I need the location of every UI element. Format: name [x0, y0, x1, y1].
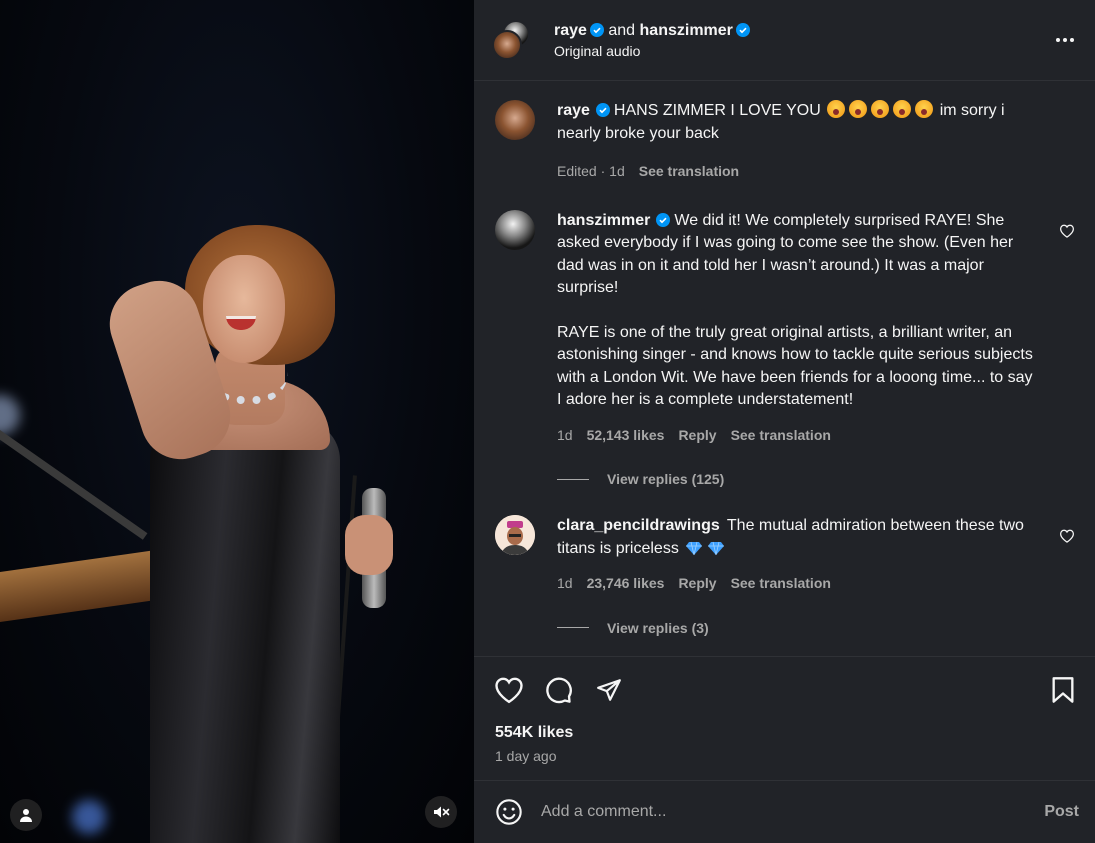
crying-face-emoji-icon	[915, 100, 934, 118]
emoji-picker-button[interactable]	[493, 796, 525, 828]
comment-button[interactable]	[543, 674, 575, 706]
gem-emoji-icon	[708, 541, 725, 555]
save-button[interactable]	[1047, 674, 1079, 706]
post-dialog: raye and hanszimmer Original audio raye H…	[0, 0, 1095, 843]
caption-text: HANS ZIMMER I LOVE YOU	[613, 102, 821, 119]
divider-line	[557, 627, 589, 628]
collab-username[interactable]: hanszimmer	[640, 22, 733, 39]
smiley-icon	[496, 799, 522, 825]
caption-age[interactable]: 1d	[609, 163, 625, 179]
crying-face-emoji-icon	[871, 100, 890, 118]
performer-hand	[345, 515, 393, 575]
see-translation-link[interactable]: See translation	[639, 160, 739, 183]
share-button[interactable]	[593, 674, 625, 706]
comment-composer: Post	[474, 780, 1095, 843]
edited-label: Edited	[557, 163, 597, 179]
post-comment-button[interactable]: Post	[1044, 803, 1079, 821]
crying-face-emoji-icon	[893, 100, 912, 118]
comment-age[interactable]: 1d	[557, 572, 573, 595]
reply-button[interactable]: Reply	[678, 572, 716, 595]
verified-badge-icon	[735, 22, 750, 37]
view-replies-button[interactable]: View replies (3)	[557, 620, 1075, 636]
likes-count[interactable]: 554K likes	[474, 724, 1095, 742]
post-header: raye and hanszimmer Original audio	[474, 0, 1095, 81]
post-details-panel: raye and hanszimmer Original audio raye H…	[474, 0, 1095, 843]
comment-item: hanszimmer We did it! We completely surpr…	[495, 209, 1075, 447]
audio-link[interactable]: Original audio	[554, 43, 1051, 59]
comment-input[interactable]	[541, 803, 1045, 821]
comment-text-paragraph: RAYE is one of the truly great original …	[557, 323, 1033, 409]
collab-joiner: and	[608, 21, 636, 39]
view-replies-label: View replies (3)	[607, 619, 709, 636]
keyboard-instrument	[0, 548, 170, 622]
comments-list: raye HANS ZIMMER I LOVE YOU im sorry i ne…	[474, 81, 1095, 656]
verified-badge-icon	[656, 212, 671, 227]
post-video[interactable]	[0, 0, 474, 843]
see-translation-link[interactable]: See translation	[731, 424, 831, 447]
crying-face-emoji-icon	[827, 100, 846, 118]
verified-badge-icon	[595, 103, 610, 117]
author-username[interactable]: raye	[554, 22, 587, 39]
tagged-people-button[interactable]	[10, 799, 42, 831]
performer-dress	[150, 420, 340, 843]
avatar[interactable]	[495, 100, 535, 140]
comment-likes[interactable]: 52,143 likes	[587, 424, 665, 447]
crying-face-emoji-icon	[849, 100, 868, 118]
stage-light	[0, 395, 20, 435]
like-comment-heart-icon[interactable]	[1059, 224, 1075, 238]
post-timestamp[interactable]: 1 day ago	[474, 748, 1095, 764]
avatar[interactable]	[495, 209, 535, 250]
speaker-muted-icon	[434, 806, 450, 818]
comment-bubble-icon	[546, 677, 572, 703]
like-comment-heart-icon[interactable]	[1059, 529, 1075, 543]
stage-light	[72, 800, 106, 834]
user-icon	[20, 809, 32, 822]
mic-stand	[0, 430, 148, 540]
collab-avatars[interactable]	[492, 20, 530, 60]
like-button[interactable]	[493, 674, 525, 706]
view-replies-button[interactable]: View replies (125)	[557, 471, 1075, 487]
more-options-button[interactable]	[1051, 26, 1079, 54]
reply-button[interactable]: Reply	[678, 424, 716, 447]
comment-username[interactable]: clara_pencildrawings	[557, 517, 720, 534]
post-caption: raye HANS ZIMMER I LOVE YOU im sorry i ne…	[495, 100, 1075, 183]
caption-username[interactable]: raye	[557, 102, 590, 119]
bookmark-icon	[1052, 676, 1074, 703]
send-paper-plane-icon	[597, 678, 621, 701]
gem-emoji-icon	[686, 541, 703, 555]
performer-face	[203, 255, 285, 363]
mute-button[interactable]	[425, 796, 457, 828]
see-translation-link[interactable]: See translation	[731, 572, 831, 595]
comment-likes[interactable]: 23,746 likes	[587, 572, 665, 595]
view-replies-label: View replies (125)	[607, 471, 725, 487]
avatar[interactable]	[495, 515, 535, 555]
more-horizontal-icon	[1056, 38, 1074, 42]
comment-username[interactable]: hanszimmer	[557, 212, 650, 229]
cartoon-portrait-icon	[495, 515, 535, 555]
verified-badge-icon	[589, 22, 604, 37]
divider-line	[557, 478, 589, 480]
heart-icon	[495, 677, 523, 703]
comment-age[interactable]: 1d	[557, 424, 573, 447]
comment-item: clara_pencildrawings The mutual admirati…	[495, 515, 1075, 595]
action-bar	[474, 656, 1095, 722]
avatar	[492, 30, 522, 60]
